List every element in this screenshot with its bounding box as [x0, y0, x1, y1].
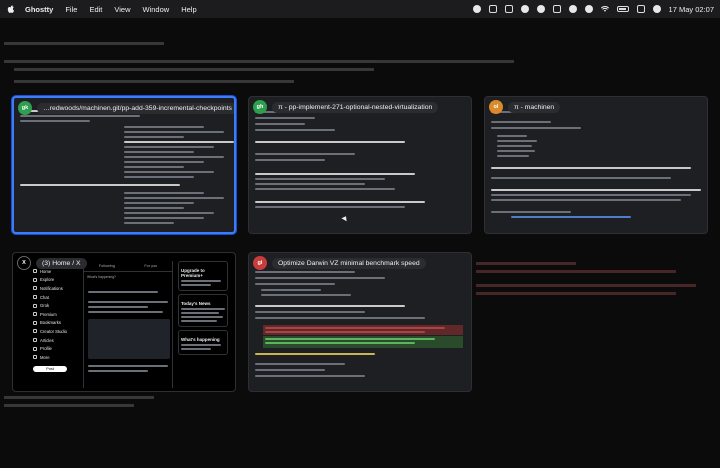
x-nav-premium[interactable]: Premium: [33, 310, 81, 319]
x-trending-box: What's happening: [178, 330, 228, 355]
battery-icon[interactable]: [616, 6, 629, 12]
x-nav-explore[interactable]: Explore: [33, 276, 81, 285]
window-title-bar: gk …redwoods/machinen.git/pp-add-359-inc…: [18, 100, 234, 116]
bell-icon: [33, 286, 37, 291]
window-title-bar: gh π - pp-implement-271-optional-nested-…: [253, 99, 439, 115]
window-icon[interactable]: [488, 5, 497, 13]
ghost-icon[interactable]: [536, 5, 545, 13]
studio-icon: [33, 329, 37, 334]
status-icons: 17 May 02:07: [472, 5, 714, 14]
x-news-heading: Today's News: [181, 301, 211, 306]
x-timeline: Following For you What's happening?: [83, 261, 173, 388]
grok-icon: [33, 303, 37, 308]
x-tabs: Following For you: [84, 261, 172, 272]
terminal-content: [485, 97, 707, 233]
display-icon[interactable]: [504, 5, 513, 13]
menu-bar: Ghostty File Edit View Window Help 17 Ma…: [0, 0, 720, 18]
sync-icon[interactable]: [520, 5, 529, 13]
tab-following[interactable]: Following: [99, 264, 115, 268]
x-nav-label: Chat: [40, 294, 49, 300]
x-news-box: Today's News: [178, 294, 228, 327]
window-title: (3) Home / X: [36, 257, 87, 269]
gauge-icon[interactable]: [584, 5, 593, 13]
x-right-column: Upgrade to Premium+ Today's News What's …: [178, 261, 228, 358]
x-nav-label: Articles: [40, 337, 54, 343]
app-badge: gh: [253, 100, 267, 114]
bluetooth-icon[interactable]: [552, 5, 561, 13]
window-title-bar: gi Optimize Darwin VZ minimal benchmark …: [253, 255, 426, 271]
menu-file[interactable]: File: [65, 5, 77, 14]
premium-icon: [33, 312, 37, 317]
x-post-media[interactable]: [88, 319, 170, 359]
bookmark-icon: [33, 320, 37, 325]
siri-icon[interactable]: [652, 5, 661, 13]
x-post-button[interactable]: Post: [33, 365, 67, 372]
app-badge: X: [17, 256, 31, 270]
wifi-icon[interactable]: [600, 5, 609, 13]
x-nav-bookmarks[interactable]: Bookmarks: [33, 319, 81, 328]
terminal-content: [249, 253, 471, 391]
x-nav-label: Notifications: [40, 285, 63, 291]
x-nav-grok[interactable]: Grok: [33, 301, 81, 310]
app-badge: ol: [489, 100, 503, 114]
menu-view[interactable]: View: [114, 5, 130, 14]
x-nav-more[interactable]: More: [33, 353, 81, 362]
x-nav-label: Explore: [40, 277, 55, 283]
window-thumbnail-nested-virtualization[interactable]: gh π - pp-implement-271-optional-nested-…: [248, 96, 472, 234]
more-icon: [33, 355, 37, 360]
control-center-icon[interactable]: [636, 5, 645, 13]
window-title: π - pp-implement-271-optional-nested-vir…: [272, 101, 439, 113]
search-icon: [33, 277, 37, 282]
chat-icon: [33, 295, 37, 300]
x-nav-label: More: [40, 354, 50, 360]
x-trending-heading: What's happening: [181, 337, 220, 342]
app-badge: gk: [18, 101, 32, 115]
x-nav-label: Bookmarks: [40, 320, 61, 326]
x-nav-label: Premium: [40, 311, 57, 317]
x-sidebar: Home Explore Notifications Chat Grok Pre…: [33, 267, 81, 372]
tab-for-you[interactable]: For you: [144, 264, 157, 268]
profile-icon: [33, 346, 37, 351]
app-badge: gi: [253, 256, 267, 270]
x-nav-notifications[interactable]: Notifications: [33, 284, 81, 293]
menu-help[interactable]: Help: [181, 5, 196, 14]
x-premium-box: Upgrade to Premium+: [178, 261, 228, 291]
window-title-bar: X (3) Home / X: [17, 255, 87, 271]
article-icon: [33, 338, 37, 343]
menu-clock[interactable]: 17 May 02:07: [669, 5, 714, 14]
record-icon[interactable]: [472, 5, 481, 13]
menu-window[interactable]: Window: [143, 5, 170, 14]
x-nav-articles[interactable]: Articles: [33, 336, 81, 345]
window-title: …redwoods/machinen.git/pp-add-359-increm…: [37, 102, 234, 114]
x-nav-profile[interactable]: Profile: [33, 344, 81, 353]
x-nav-chat[interactable]: Chat: [33, 293, 81, 302]
window-thumbnail-machinen[interactable]: ol π - machinen: [484, 96, 708, 234]
window-title: π - machinen: [508, 101, 561, 113]
menu-edit[interactable]: Edit: [89, 5, 102, 14]
window-title-bar: ol π - machinen: [489, 99, 561, 115]
window-thumbnail-incremental-checkpoints[interactable]: gk …redwoods/machinen.git/pp-add-359-inc…: [12, 96, 236, 234]
x-nav-label: Profile: [40, 346, 52, 352]
x-premium-heading: Upgrade to Premium+: [181, 268, 205, 278]
menu-app-name[interactable]: Ghostty: [25, 5, 53, 14]
x-nav-creator-studio[interactable]: Creator Studio: [33, 327, 81, 336]
background-terminal: [0, 18, 720, 468]
x-nav-label: Creator Studio: [40, 328, 67, 334]
terminal-content: [14, 98, 234, 232]
window-thumbnail-x-home[interactable]: Home Explore Notifications Chat Grok Pre…: [12, 252, 236, 392]
moon-icon[interactable]: [568, 5, 577, 13]
x-nav-label: Grok: [40, 303, 50, 309]
apple-icon[interactable]: [6, 4, 16, 14]
terminal-content: [249, 97, 471, 233]
window-title: Optimize Darwin VZ minimal benchmark spe…: [272, 257, 426, 269]
window-thumbnail-darwin-benchmark[interactable]: gi Optimize Darwin VZ minimal benchmark …: [248, 252, 472, 392]
x-compose-input[interactable]: What's happening?: [84, 272, 172, 283]
